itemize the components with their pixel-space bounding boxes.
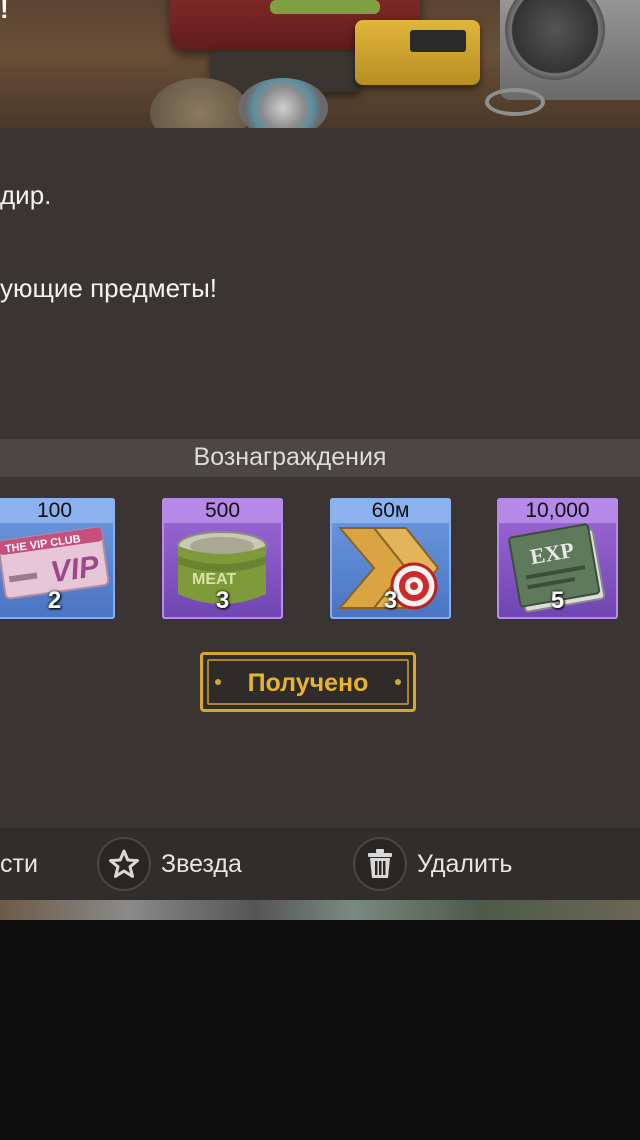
delete-action-label: Удалить — [417, 849, 513, 878]
details-action-label: сти — [0, 849, 38, 878]
star-action[interactable]: Звезда — [97, 828, 242, 900]
strap-graphic — [270, 0, 380, 14]
reward-amount: 60м — [330, 498, 451, 523]
rewards-header: Вознаграждения — [0, 439, 640, 477]
mail-banner-image: ! — [0, 0, 640, 128]
background-strip — [0, 900, 640, 920]
star-icon — [97, 837, 151, 891]
message-line-1: дир. — [0, 180, 52, 210]
reward-count: 3 — [215, 587, 230, 614]
reward-count: 2 — [47, 587, 62, 614]
banner-title-fragment: ! — [0, 0, 9, 24]
claimed-button-label: Получено — [247, 669, 369, 697]
claimed-button[interactable]: Получено — [200, 652, 416, 712]
star-action-label: Звезда — [161, 849, 242, 878]
reward-item-meat[interactable]: 500 MEAT 3 — [162, 498, 283, 619]
reward-amount: 500 — [162, 498, 283, 523]
mail-content-panel: дир. ующие предметы! Вознаграждения 100 … — [0, 128, 640, 920]
reward-item-vip[interactable]: 100 THE VIP CLUB VIP 2 — [0, 498, 115, 619]
reward-count: 3 — [383, 587, 398, 614]
reward-item-exp[interactable]: 10,000 EXP 5 — [497, 498, 618, 619]
reward-amount: 100 — [0, 498, 115, 523]
reward-amount: 10,000 — [497, 498, 618, 523]
mail-action-bar: сти Звезда Удалить — [0, 828, 640, 900]
trash-icon — [353, 837, 407, 891]
vip-card-big-text: VIP — [49, 550, 102, 590]
details-action[interactable]: сти — [0, 828, 38, 900]
reward-count: 5 — [550, 587, 565, 614]
meat-label: MEAT — [192, 571, 236, 588]
device-screen-graphic — [410, 30, 466, 52]
delete-action[interactable]: Удалить — [353, 828, 512, 900]
reward-item-speedup[interactable]: 60м 3 — [330, 498, 451, 619]
compass-graphic — [485, 88, 545, 116]
message-line-2: ующие предметы! — [0, 273, 217, 303]
rewards-title: Вознаграждения — [193, 443, 387, 471]
